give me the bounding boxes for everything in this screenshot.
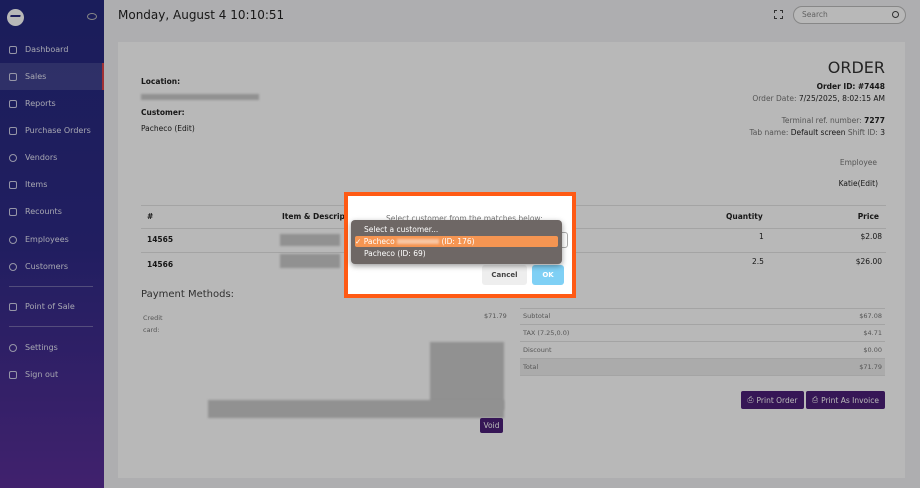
label: Pacheco: [363, 237, 395, 246]
ok-button[interactable]: OK: [532, 265, 564, 285]
cancel-button[interactable]: Cancel: [482, 265, 527, 285]
option[interactable]: Pacheco (ID: 69): [355, 248, 558, 259]
check-icon: ✓: [355, 237, 362, 246]
option-selected[interactable]: ✓ Pacheco (ID: 176): [355, 236, 558, 247]
customer-dropdown-list: Select a customer... ✓ Pacheco (ID: 176)…: [351, 220, 562, 264]
name-redacted: [397, 239, 440, 244]
label: (ID: 176): [441, 237, 475, 246]
option-placeholder[interactable]: Select a customer...: [355, 224, 558, 235]
